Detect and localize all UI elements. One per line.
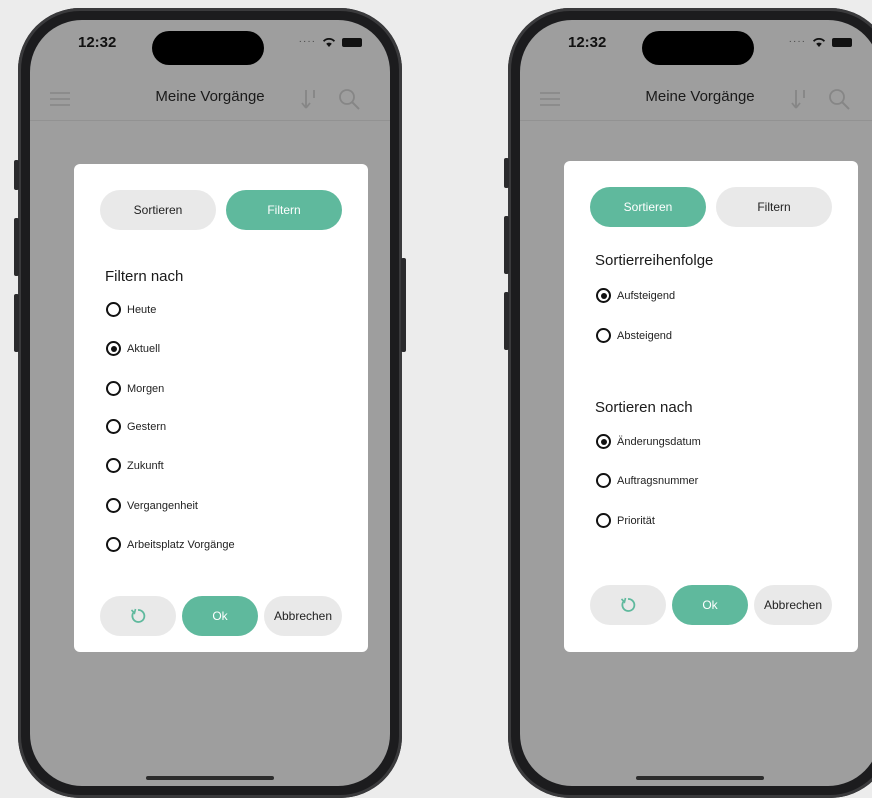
- radio-button[interactable]: [106, 341, 121, 356]
- radio-button[interactable]: [596, 473, 611, 488]
- radio-option-prioritaet[interactable]: Priorität: [596, 513, 655, 528]
- radio-label: Absteigend: [617, 329, 673, 342]
- radio-label: Morgen: [127, 382, 165, 395]
- status-time: 12:32: [568, 34, 607, 51]
- radio-label: Aktuell: [127, 342, 161, 355]
- cancel-button[interactable]: Abbrechen: [754, 585, 832, 625]
- radio-label: Änderungsdatum: [617, 435, 701, 448]
- search-icon[interactable]: [828, 88, 850, 110]
- dynamic-island: [152, 31, 264, 65]
- radio-button[interactable]: [596, 434, 611, 449]
- battery-icon: [832, 37, 852, 47]
- volume-down-button: [504, 292, 509, 350]
- phone-frame-right: 12:32 ···· Meine Vorgänge Sortieren Filt…: [504, 8, 872, 798]
- status-icons: ····: [789, 36, 852, 48]
- mute-switch: [504, 158, 509, 188]
- radio-option-aenderungsdatum[interactable]: Änderungsdatum: [596, 434, 701, 449]
- radio-label: Zukunft: [127, 459, 164, 472]
- status-icons: ····: [299, 36, 362, 48]
- radio-label: Vergangenheit: [127, 499, 198, 512]
- radio-label: Aufsteigend: [617, 289, 676, 302]
- sort-dialog: Sortieren Filtern Sortierreihenfolge Auf…: [564, 161, 858, 652]
- radio-label: Gestern: [127, 420, 167, 433]
- radio-option-aufsteigend[interactable]: Aufsteigend: [596, 288, 675, 303]
- nav-bar: Meine Vorgänge: [520, 76, 872, 121]
- tab-switcher: Sortieren Filtern: [590, 187, 832, 227]
- home-indicator: [146, 776, 274, 780]
- radio-option-auftragsnummer[interactable]: Auftragsnummer: [596, 473, 698, 488]
- radio-label: Auftragsnummer: [617, 474, 699, 487]
- radio-button[interactable]: [596, 328, 611, 343]
- tab-sortieren[interactable]: Sortieren: [100, 190, 216, 230]
- wifi-icon: [812, 38, 826, 47]
- cellular-icon: ····: [788, 36, 806, 47]
- nav-bar: Meine Vorgänge: [30, 76, 390, 121]
- radio-button[interactable]: [596, 513, 611, 528]
- radio-option-aktuell[interactable]: Aktuell: [106, 341, 160, 356]
- sort-icon[interactable]: [790, 88, 810, 110]
- page-title: Meine Vorgänge: [155, 88, 265, 105]
- radio-button[interactable]: [106, 458, 121, 473]
- tab-filtern[interactable]: Filtern: [716, 187, 832, 227]
- radio-option-absteigend[interactable]: Absteigend: [596, 328, 672, 343]
- volume-up-button: [504, 216, 509, 274]
- section-title-filter: Filtern nach: [105, 268, 184, 285]
- radio-button[interactable]: [106, 381, 121, 396]
- screen-right: 12:32 ···· Meine Vorgänge Sortieren Filt…: [520, 20, 872, 786]
- dynamic-island: [642, 31, 754, 65]
- radio-option-arbeitsplatz-vorgaenge[interactable]: Arbeitsplatz Vorgänge: [106, 537, 235, 552]
- reset-icon: [620, 597, 636, 612]
- reset-icon: [130, 608, 146, 623]
- battery-icon: [342, 37, 362, 47]
- radio-label: Heute: [127, 303, 157, 316]
- cellular-icon: ····: [298, 36, 316, 47]
- radio-button[interactable]: [106, 419, 121, 434]
- reset-button[interactable]: [590, 585, 666, 625]
- section-title-sort-order: Sortierreihenfolge: [595, 252, 714, 269]
- search-icon[interactable]: [338, 88, 360, 110]
- phone-frame-left: 12:32 ···· Meine Vorgänge Sortieren Filt…: [14, 8, 406, 798]
- tab-switcher: Sortieren Filtern: [100, 190, 342, 230]
- status-bar: 12:32 ····: [30, 20, 390, 65]
- section-title-sort-by: Sortieren nach: [595, 399, 693, 416]
- radio-label: Arbeitsplatz Vorgänge: [127, 538, 235, 551]
- radio-option-vergangenheit[interactable]: Vergangenheit: [106, 498, 198, 513]
- cancel-button[interactable]: Abbrechen: [264, 596, 342, 636]
- radio-button[interactable]: [106, 302, 121, 317]
- radio-button[interactable]: [106, 498, 121, 513]
- radio-label: Priorität: [617, 514, 655, 527]
- screen-left: 12:32 ···· Meine Vorgänge Sortieren Filt…: [30, 20, 390, 786]
- radio-option-zukunft[interactable]: Zukunft: [106, 458, 164, 473]
- volume-up-button: [14, 218, 19, 276]
- wifi-icon: [322, 38, 336, 47]
- reset-button[interactable]: [100, 596, 176, 636]
- tab-sortieren[interactable]: Sortieren: [590, 187, 706, 227]
- mute-switch: [14, 160, 19, 190]
- status-time: 12:32: [78, 34, 117, 51]
- filter-dialog: Sortieren Filtern Filtern nach Heute Akt…: [74, 164, 368, 652]
- home-indicator: [636, 776, 764, 780]
- radio-button[interactable]: [106, 537, 121, 552]
- volume-down-button: [14, 294, 19, 352]
- radio-button[interactable]: [596, 288, 611, 303]
- page-title: Meine Vorgänge: [645, 88, 755, 105]
- radio-option-heute[interactable]: Heute: [106, 302, 156, 317]
- ok-button[interactable]: Ok: [672, 585, 748, 625]
- sort-icon[interactable]: [300, 88, 320, 110]
- ok-button[interactable]: Ok: [182, 596, 258, 636]
- status-bar: 12:32 ····: [520, 20, 872, 65]
- dialog-actions: Ok Abbrechen: [590, 585, 832, 625]
- dialog-actions: Ok Abbrechen: [100, 596, 342, 636]
- radio-option-gestern[interactable]: Gestern: [106, 419, 166, 434]
- power-button: [401, 258, 406, 352]
- radio-option-morgen[interactable]: Morgen: [106, 381, 164, 396]
- tab-filtern[interactable]: Filtern: [226, 190, 342, 230]
